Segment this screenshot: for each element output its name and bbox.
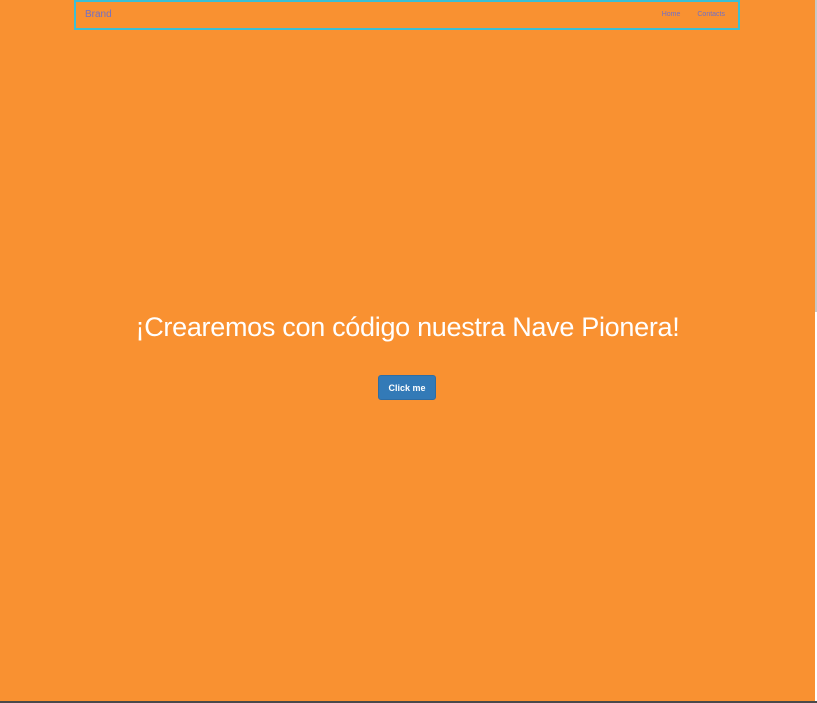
nav-link-contacts[interactable]: Contacts xyxy=(697,10,725,20)
hero-title: ¡Crearemos con código nuestra Nave Pione… xyxy=(135,312,680,342)
click-me-button[interactable]: Click me xyxy=(378,375,436,400)
brand-link[interactable]: Brand xyxy=(85,9,112,21)
page-background: Brand Home Contacts ¡Crearemos con códig… xyxy=(0,0,815,701)
navbar: Brand Home Contacts xyxy=(74,0,740,30)
nav-links: Home Contacts xyxy=(662,10,725,20)
nav-link-home[interactable]: Home xyxy=(662,10,681,20)
